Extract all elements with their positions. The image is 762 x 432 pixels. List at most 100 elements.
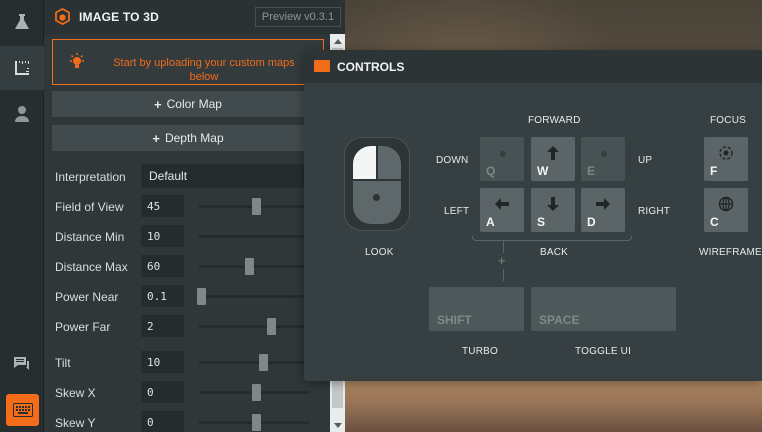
power-near-slider[interactable] — [197, 288, 309, 305]
wireframe-caption: WIREFRAME — [699, 247, 762, 258]
mouse-icon — [353, 146, 401, 224]
distance-max-input[interactable]: 60 — [141, 255, 184, 277]
chat-icon — [14, 357, 29, 370]
key-d: D — [581, 188, 625, 232]
flask-icon — [15, 14, 29, 29]
fov-input[interactable]: 45 — [141, 195, 184, 217]
key-space: SPACE — [531, 287, 676, 331]
arrow-left-icon — [495, 198, 509, 210]
power-near-slider-thumb[interactable] — [197, 288, 207, 305]
focus-caption: FOCUS — [710, 115, 746, 126]
cube-logo-icon — [55, 8, 70, 25]
distance-min-label: Distance Min — [55, 230, 125, 244]
depth-map-label: Depth Map — [164, 131, 224, 145]
user-icon — [15, 106, 29, 122]
key-e: E — [581, 137, 625, 181]
tilt-input[interactable]: 10 — [141, 351, 184, 373]
distance-max-slider-thumb[interactable] — [244, 258, 254, 275]
power-far-label: Power Far — [55, 320, 111, 334]
distance-min-slider[interactable] — [199, 235, 309, 238]
fov-slider-thumb[interactable] — [252, 198, 262, 215]
arrow-right-icon — [596, 198, 610, 210]
left-caption: LEFT — [444, 206, 470, 217]
color-map-label: Color Map — [166, 97, 222, 111]
rail-flask-button[interactable] — [0, 0, 44, 44]
lightbulb-icon — [70, 53, 84, 68]
key-c: C — [704, 188, 748, 232]
skew-x-label: Skew X — [55, 386, 96, 400]
skew-x-input[interactable]: 0 — [141, 381, 184, 403]
keyboard-icon — [12, 403, 33, 417]
right-caption: RIGHT — [638, 206, 671, 217]
distance-max-slider[interactable] — [199, 258, 309, 275]
key-a: A — [480, 188, 524, 232]
scroll-up-button[interactable] — [330, 34, 345, 48]
bracket-stem-lower — [503, 269, 504, 281]
caret-up-icon — [333, 38, 342, 44]
controls-title: CONTROLS — [337, 60, 405, 74]
down-caption: DOWN — [436, 155, 469, 166]
app-title: IMAGE TO 3D — [79, 10, 159, 24]
key-c-label: C — [710, 215, 719, 229]
back-caption: BACK — [540, 247, 569, 258]
key-s: S — [531, 188, 575, 232]
key-w: W — [531, 137, 575, 181]
key-a-label: A — [486, 215, 495, 229]
focus-target-icon — [719, 146, 733, 160]
color-map-button[interactable]: + Color Map — [52, 91, 324, 117]
skew-y-slider[interactable] — [199, 414, 309, 431]
settings-panel: IMAGE TO 3D Preview v0.3.1 Start by uplo… — [44, 0, 345, 432]
skew-y-input[interactable]: 0 — [141, 411, 184, 432]
distance-max-label: Distance Max — [55, 260, 128, 274]
toggle-ui-caption: TOGGLE UI — [575, 346, 632, 357]
controls-dialog: CONTROLS LOOK FORWARD DOWN UP LEFT RIGHT… — [304, 50, 762, 381]
movement-bracket — [472, 236, 632, 241]
arrow-down-icon — [547, 197, 559, 211]
key-q: Q — [480, 137, 524, 181]
controls-header: CONTROLS — [304, 50, 762, 83]
icon-rail — [0, 0, 44, 432]
plus-icon: + — [154, 96, 162, 112]
skew-y-slider-thumb[interactable] — [252, 414, 262, 431]
tilt-slider[interactable] — [199, 354, 309, 371]
wireframe-globe-icon — [718, 196, 734, 212]
key-space-label: SPACE — [539, 313, 580, 327]
forward-caption: FORWARD — [528, 115, 581, 126]
fov-label: Field of View — [55, 200, 124, 214]
power-far-slider[interactable] — [199, 318, 309, 335]
key-w-label: W — [537, 164, 549, 178]
depth-map-button[interactable]: + Depth Map — [52, 125, 324, 151]
key-q-label: Q — [486, 164, 496, 178]
plus-connector: + — [498, 253, 506, 268]
look-caption: LOOK — [365, 247, 394, 258]
key-shift-label: SHIFT — [437, 313, 472, 327]
key-shift: SHIFT — [429, 287, 524, 331]
plus-icon: + — [152, 130, 160, 146]
ruler-icon — [15, 61, 29, 75]
dot-icon — [601, 151, 607, 157]
fov-slider[interactable] — [199, 198, 309, 215]
interpretation-select[interactable]: Default — [141, 164, 311, 188]
rail-user-button[interactable] — [0, 92, 44, 136]
skew-x-slider-thumb[interactable] — [252, 384, 262, 401]
tilt-slider-thumb[interactable] — [258, 354, 268, 371]
distance-min-input[interactable]: 10 — [141, 225, 184, 247]
power-near-label: Power Near — [55, 290, 119, 304]
bracket-stem — [503, 241, 504, 253]
rail-ruler-button[interactable] — [0, 46, 44, 90]
rail-keyboard-button[interactable] — [6, 394, 39, 426]
power-far-input[interactable]: 2 — [141, 315, 184, 337]
notice-text: Start by uploading your custom maps belo… — [113, 57, 295, 83]
interpretation-label: Interpretation — [55, 170, 126, 184]
version-badge: Preview v0.3.1 — [255, 7, 341, 27]
tilt-label: Tilt — [55, 356, 71, 370]
key-s-label: S — [537, 215, 546, 229]
key-f: F — [704, 137, 748, 181]
rail-chat-button[interactable] — [0, 342, 44, 386]
up-caption: UP — [638, 155, 653, 166]
power-far-slider-thumb[interactable] — [266, 318, 276, 335]
caret-down-icon — [333, 422, 342, 428]
power-near-input[interactable]: 0.1 — [141, 285, 184, 307]
skew-x-slider[interactable] — [199, 384, 309, 401]
scroll-down-button[interactable] — [330, 418, 345, 432]
